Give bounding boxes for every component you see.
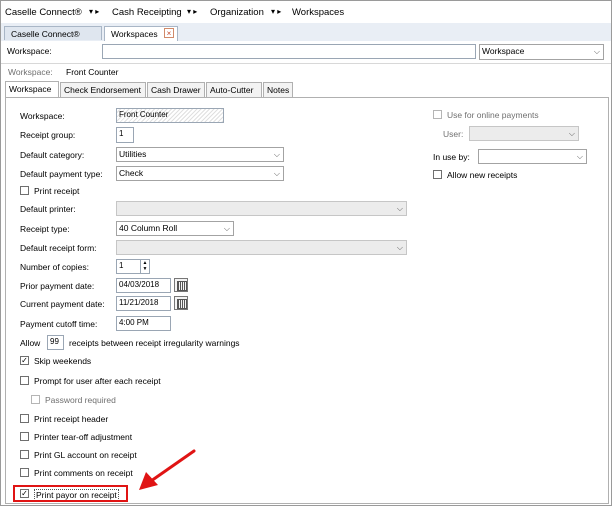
tab-check-endorsement[interactable]: Check Endorsement	[60, 82, 146, 97]
workspace-type-value: Workspace	[482, 46, 525, 56]
print-receipt-label: Print receipt	[34, 186, 80, 196]
workspace-type-select[interactable]: Workspace ⌵	[479, 44, 604, 60]
print-receipt-header-checkbox[interactable]	[20, 414, 29, 423]
user-label: User:	[443, 129, 464, 139]
number-of-copies-value: 1	[119, 261, 124, 270]
window-tab-strip: Caselle Connect® Workspaces ×	[1, 23, 611, 42]
workspace-name-label: Workspace:	[20, 111, 65, 121]
payment-cutoff-time-field[interactable]: 4:00 PM	[116, 316, 171, 331]
close-icon[interactable]: ×	[164, 28, 174, 38]
workspace-search-label: Workspace:	[7, 46, 52, 56]
online-payments-label: Use for online payments	[447, 110, 539, 120]
password-required-label: Password required	[45, 395, 116, 405]
breadcrumb-item-organization[interactable]: Organization	[210, 7, 264, 18]
chevron-down-icon: ⌵	[273, 150, 280, 159]
print-gl-account-label: Print GL account on receipt	[34, 450, 137, 460]
receipt-type-select[interactable]: 40 Column Roll ⌵	[116, 221, 234, 236]
skip-weekends-label: Skip weekends	[34, 356, 92, 366]
tab-workspaces[interactable]: Workspaces ×	[104, 26, 178, 41]
chevron-down-icon: ⌵	[593, 47, 600, 56]
calendar-icon[interactable]	[174, 278, 188, 292]
in-use-by-label: In use by:	[433, 152, 470, 162]
default-receipt-form-select[interactable]: ⌵	[116, 240, 407, 255]
default-category-select[interactable]: Utilities ⌵	[116, 147, 284, 162]
skip-weekends-checkbox[interactable]: ✓	[20, 356, 29, 365]
workspace-search-input[interactable]	[102, 44, 476, 59]
current-payment-date-label: Current payment date:	[20, 299, 105, 309]
receipt-group-label: Receipt group:	[20, 130, 76, 140]
default-payment-type-label: Default payment type:	[20, 169, 103, 179]
default-category-label: Default category:	[20, 150, 85, 160]
online-payments-checkbox[interactable]	[433, 110, 442, 119]
breadcrumb-arrow-icon[interactable]: ▾ ▸	[271, 7, 281, 16]
chevron-down-icon: ⌵	[396, 243, 403, 252]
tab-label: Notes	[267, 85, 290, 95]
allow-receipts-field[interactable]: 99	[47, 335, 64, 350]
tab-notes[interactable]: Notes	[263, 82, 293, 97]
password-required-checkbox[interactable]	[31, 395, 40, 404]
prior-payment-date-label: Prior payment date:	[20, 281, 95, 291]
spinner-arrows-icon[interactable]: ▲ ▼	[140, 260, 149, 273]
printer-tear-off-label: Printer tear-off adjustment	[34, 432, 133, 442]
current-workspace-value: Front Counter	[66, 67, 119, 77]
red-arrow-annotation	[139, 449, 196, 490]
tab-label: Caselle Connect®	[11, 29, 80, 39]
workspace-name-field[interactable]: Front Counter	[116, 108, 224, 123]
prompt-user-label: Prompt for user after each receipt	[34, 376, 161, 386]
chevron-down-icon: ⌵	[396, 204, 403, 213]
chevron-down-icon: ⌵	[223, 224, 230, 233]
default-category-value: Utilities	[119, 149, 147, 159]
tab-label: Check Endorsement	[64, 85, 142, 95]
payment-cutoff-time-label: Payment cutoff time:	[20, 319, 98, 329]
current-workspace-label: Workspace:	[8, 67, 53, 77]
chevron-down-icon: ⌵	[576, 152, 583, 161]
default-payment-type-value: Check	[119, 168, 144, 178]
print-receipt-header-label: Print receipt header	[34, 414, 109, 424]
breadcrumb-arrow-icon[interactable]: ▾ ▸	[89, 7, 99, 16]
tab-label: Workspace	[9, 84, 52, 94]
tab-label: Auto-Cutter	[210, 85, 254, 95]
number-of-copies-field[interactable]: 1 ▲ ▼	[116, 259, 150, 274]
tab-caselle-connect[interactable]: Caselle Connect®	[4, 26, 102, 40]
prompt-user-checkbox[interactable]	[20, 376, 29, 385]
printer-tear-off-checkbox[interactable]	[20, 432, 29, 441]
allow-suffix-label: receipts between receipt irregularity wa…	[69, 338, 240, 348]
highlight-box	[13, 485, 128, 502]
print-comments-label: Print comments on receipt	[34, 468, 133, 478]
calendar-icon[interactable]	[174, 296, 188, 310]
tab-auto-cutter[interactable]: Auto-Cutter	[206, 82, 262, 97]
breadcrumb-item-cash-receipting[interactable]: Cash Receipting	[112, 7, 182, 18]
allow-label: Allow	[20, 338, 41, 348]
print-gl-account-checkbox[interactable]	[20, 450, 29, 459]
default-printer-select[interactable]: ⌵	[116, 201, 407, 216]
user-select[interactable]: ⌵	[469, 126, 579, 141]
tab-label: Cash Drawer	[151, 85, 201, 95]
prior-payment-date-field[interactable]: 04/03/2018	[116, 278, 171, 293]
workspace-search-bar: Workspace: Workspace ⌵	[1, 41, 611, 64]
in-use-by-select[interactable]: ⌵	[478, 149, 587, 164]
breadcrumb: Caselle Connect® ▾ ▸ Cash Receipting ▾ ▸…	[1, 1, 611, 23]
tab-cash-drawer[interactable]: Cash Drawer	[147, 82, 205, 97]
number-of-copies-label: Number of copies:	[20, 262, 89, 272]
receipt-group-field[interactable]: 1	[116, 127, 134, 143]
default-printer-label: Default printer:	[20, 204, 76, 214]
print-receipt-checkbox[interactable]	[20, 186, 29, 195]
receipt-type-value: 40 Column Roll	[119, 223, 178, 233]
chevron-down-icon: ⌵	[273, 169, 280, 178]
tab-label: Workspaces	[111, 29, 158, 39]
allow-new-receipts-label: Allow new receipts	[447, 170, 518, 180]
allow-new-receipts-checkbox[interactable]	[433, 170, 442, 179]
print-comments-checkbox[interactable]	[20, 468, 29, 477]
breadcrumb-item-workspaces[interactable]: Workspaces	[292, 7, 344, 18]
app-window: Caselle Connect® ▾ ▸ Cash Receipting ▾ ▸…	[0, 0, 612, 506]
current-payment-date-field[interactable]: 11/21/2018	[116, 296, 171, 311]
breadcrumb-item-caselle[interactable]: Caselle Connect®	[5, 7, 82, 18]
chevron-down-icon: ⌵	[568, 129, 575, 138]
tab-workspace[interactable]: Workspace	[5, 81, 59, 98]
default-receipt-form-label: Default receipt form:	[20, 243, 97, 253]
receipt-type-label: Receipt type:	[20, 224, 70, 234]
breadcrumb-arrow-icon[interactable]: ▾ ▸	[187, 7, 197, 16]
default-payment-type-select[interactable]: Check ⌵	[116, 166, 284, 181]
